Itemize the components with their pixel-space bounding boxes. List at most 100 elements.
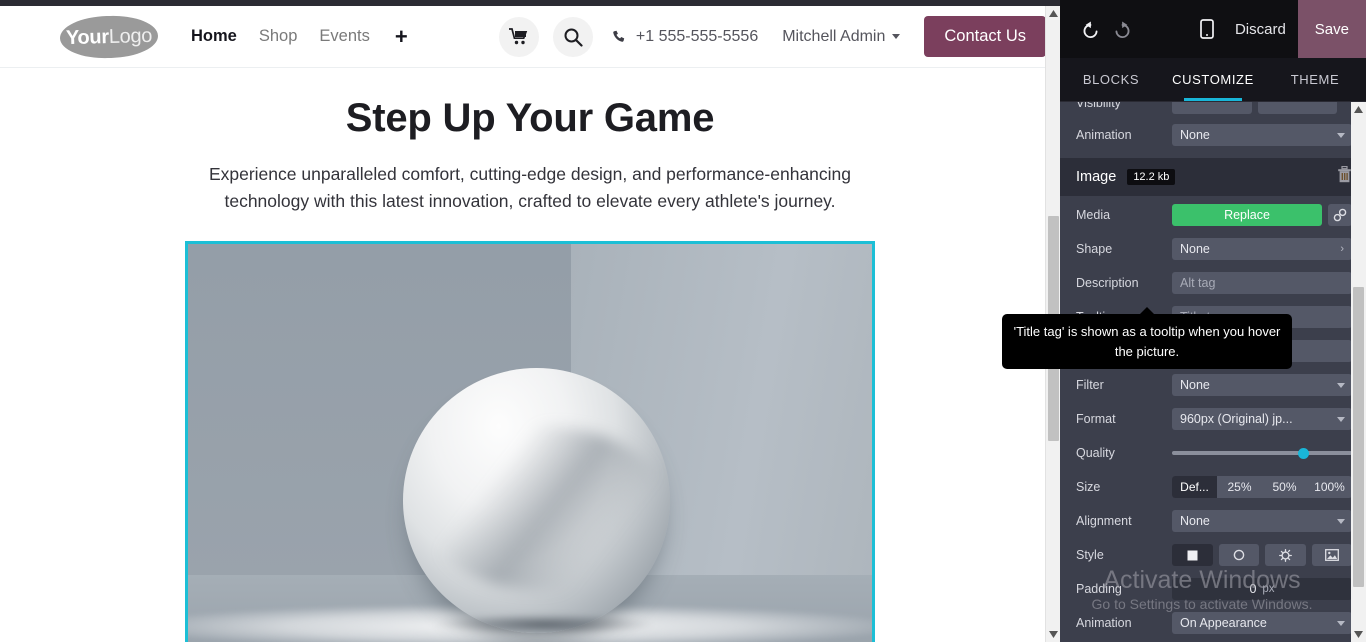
- user-menu[interactable]: Mitchell Admin: [782, 27, 901, 46]
- replace-media-button[interactable]: Replace: [1172, 204, 1322, 226]
- save-button[interactable]: Save: [1297, 0, 1366, 58]
- visibility-label: Visibility: [1076, 102, 1121, 110]
- redo-button[interactable]: [1106, 13, 1138, 45]
- shape-row: Shape None ›: [1060, 234, 1366, 264]
- image-size-badge: 12.2 kb: [1127, 169, 1176, 185]
- format-select[interactable]: 960px (Original) jp...: [1172, 408, 1352, 430]
- media-link-button[interactable]: [1328, 204, 1352, 226]
- filter-select[interactable]: None: [1172, 374, 1352, 396]
- hero-image: [188, 243, 872, 642]
- nav-item-shop[interactable]: Shop: [259, 27, 298, 46]
- nav-item-home[interactable]: Home: [191, 27, 237, 46]
- quality-slider[interactable]: [1172, 442, 1352, 464]
- chevron-down-icon: [1337, 518, 1345, 524]
- filter-value: None: [1180, 378, 1210, 392]
- alignment-label: Alignment: [1076, 514, 1132, 528]
- delete-image-button[interactable]: [1337, 165, 1352, 188]
- media-row: Media Replace: [1060, 200, 1366, 230]
- style-row: Style: [1060, 540, 1366, 570]
- block-animation-select[interactable]: None: [1172, 124, 1352, 146]
- quality-slider-track: [1172, 451, 1352, 455]
- quality-slider-thumb[interactable]: [1297, 447, 1309, 459]
- scroll-down-arrow-icon[interactable]: [1046, 627, 1060, 642]
- size-option-100[interactable]: 100%: [1307, 476, 1352, 498]
- shape-value: None: [1180, 242, 1210, 256]
- size-option-25[interactable]: 25%: [1217, 476, 1262, 498]
- block-animation-value: None: [1180, 128, 1210, 142]
- quality-label: Quality: [1076, 446, 1115, 460]
- image-animation-select[interactable]: On Appearance: [1172, 612, 1352, 634]
- description-row: Description Alt tag: [1060, 268, 1366, 298]
- undo-icon: [1083, 21, 1097, 38]
- tab-customize[interactable]: CUSTOMIZE: [1162, 58, 1264, 101]
- editor-toolbar: Discard Save: [1060, 0, 1366, 58]
- padding-label: Padding: [1076, 582, 1122, 596]
- block-animation-row: Animation None: [1060, 120, 1366, 150]
- page-content: Step Up Your Game Experience unparallele…: [0, 68, 1060, 642]
- image-animation-row: Animation On Appearance: [1060, 608, 1366, 638]
- alignment-select[interactable]: None: [1172, 510, 1352, 532]
- style-label: Style: [1076, 548, 1104, 562]
- alignment-value: None: [1180, 514, 1210, 528]
- panel-scrollbar[interactable]: [1351, 102, 1366, 642]
- circle-style-icon: [1233, 549, 1245, 561]
- padding-input[interactable]: 0 px: [1172, 578, 1352, 600]
- style-option-circle[interactable]: [1218, 544, 1259, 566]
- search-icon: [564, 28, 583, 47]
- panel-scroll-down-arrow-icon[interactable]: [1351, 627, 1366, 642]
- scroll-up-arrow-icon[interactable]: [1046, 6, 1060, 21]
- visibility-option-a[interactable]: [1172, 102, 1252, 114]
- user-name: Mitchell Admin: [782, 27, 886, 45]
- visibility-option-b[interactable]: [1257, 102, 1337, 114]
- square-style-icon: [1187, 550, 1198, 560]
- undo-button[interactable]: [1074, 13, 1106, 45]
- discard-button[interactable]: Discard: [1223, 21, 1298, 38]
- padding-row: Padding 0 px: [1060, 574, 1366, 604]
- chevron-down-icon: [1337, 416, 1345, 422]
- format-label: Format: [1076, 412, 1116, 426]
- size-segmented-control[interactable]: Def... 25% 50% 100%: [1172, 476, 1352, 498]
- tab-blocks[interactable]: BLOCKS: [1060, 58, 1162, 101]
- tooltip-popup: 'Title tag' is shown as a tooltip when y…: [1002, 307, 1292, 369]
- app-root: YourLogo Home Shop Events + +1 555-555-5…: [0, 0, 1366, 642]
- panel-scroll-up-arrow-icon[interactable]: [1351, 102, 1366, 117]
- shape-select[interactable]: None ›: [1172, 238, 1352, 260]
- mobile-preview-button[interactable]: [1191, 13, 1223, 45]
- style-option-thumbnail[interactable]: [1311, 544, 1352, 566]
- nav-item-events[interactable]: Events: [319, 27, 369, 46]
- style-option-shadow[interactable]: [1265, 544, 1306, 566]
- image-section-header: Image 12.2 kb: [1060, 158, 1366, 196]
- site-nav-links: Home Shop Events +: [191, 25, 408, 48]
- nav-add-page-button[interactable]: +: [395, 25, 408, 48]
- editor-tabs: BLOCKS CUSTOMIZE THEME: [1060, 58, 1366, 102]
- site-phone-number: +1 555-555-5556: [635, 27, 759, 45]
- mobile-preview-icon: [1200, 19, 1214, 39]
- image-section-title: Image: [1076, 169, 1117, 185]
- selected-image-block[interactable]: [185, 240, 875, 642]
- filter-row: Filter None: [1060, 370, 1366, 400]
- redo-icon: [1115, 21, 1129, 38]
- description-input[interactable]: Alt tag: [1172, 272, 1352, 294]
- size-option-50[interactable]: 50%: [1262, 476, 1307, 498]
- size-option-default[interactable]: Def...: [1172, 476, 1217, 498]
- site-navbar: YourLogo Home Shop Events + +1 555-555-5…: [0, 6, 1060, 68]
- padding-unit: px: [1262, 583, 1275, 595]
- search-button[interactable]: [552, 16, 593, 57]
- contact-us-button[interactable]: Contact Us: [924, 16, 1046, 57]
- cart-button[interactable]: [498, 16, 539, 57]
- media-label: Media: [1076, 208, 1111, 222]
- logo-light: Logo: [108, 23, 153, 48]
- style-icon-group: [1172, 544, 1352, 566]
- site-phone[interactable]: +1 555-555-5556: [613, 28, 758, 46]
- site-logo[interactable]: YourLogo: [59, 14, 159, 59]
- site-nav-right: +1 555-555-5556 Mitchell Admin Contact U…: [498, 16, 1046, 57]
- site-logo-text: YourLogo: [66, 24, 153, 49]
- chevron-down-icon: [892, 34, 901, 39]
- trash-icon: [1338, 165, 1351, 183]
- style-option-square[interactable]: [1172, 544, 1213, 566]
- panel-scrollbar-thumb[interactable]: [1353, 287, 1364, 587]
- shadow-style-icon: [1278, 548, 1292, 562]
- visibility-toggle-group[interactable]: [1172, 102, 1337, 114]
- tab-theme[interactable]: THEME: [1264, 58, 1366, 101]
- image-sphere-shadow: [434, 614, 654, 635]
